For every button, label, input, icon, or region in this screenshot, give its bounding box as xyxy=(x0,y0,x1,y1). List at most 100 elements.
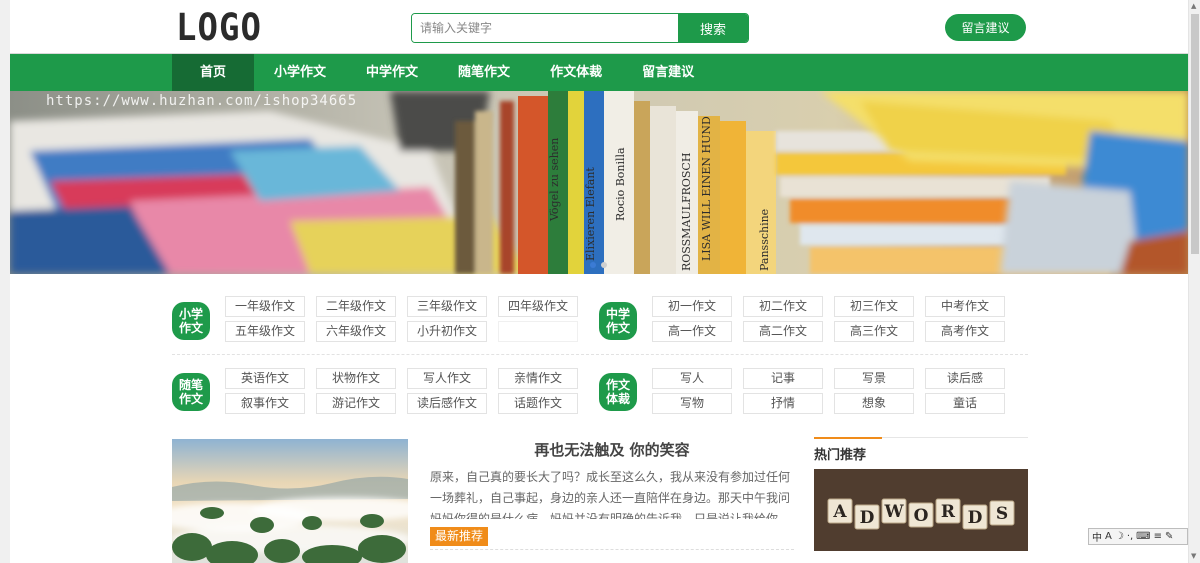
featured-title[interactable]: 再也无法触及 你的笑容 xyxy=(430,439,794,460)
category-tag[interactable]: 三年级作文 xyxy=(407,296,487,317)
hot-recommend-panel: 热门推荐 ADWORDS xyxy=(814,437,1028,551)
category-tag[interactable]: 记事 xyxy=(743,368,823,389)
middle-tags: 初一作文 初二作文 初三作文 中考作文高一作文 高二作文 高三作文 高考作文 xyxy=(652,296,1005,342)
category-tag[interactable]: 写景 xyxy=(834,368,914,389)
category-badge-genre[interactable]: 作文体裁 xyxy=(599,373,637,411)
category-tag[interactable]: 英语作文 xyxy=(225,368,305,389)
category-tag[interactable]: 四年级作文 xyxy=(498,296,578,317)
letter-tile-text: O xyxy=(914,506,929,526)
category-row-2: 随笔作文 英语作文 状物作文 写人作文 亲情作文叙事作文 游记作文 读后感作文 话题作文 作… xyxy=(172,365,1028,415)
category-tag[interactable]: 写物 xyxy=(652,393,732,414)
svg-text:LISA WILL EINEN HUND: LISA WILL EINEN HUND xyxy=(700,116,713,261)
featured-divider xyxy=(430,549,794,550)
ime-keyboard-icon[interactable]: ⌨ xyxy=(1136,531,1150,542)
primary-tags: 一年级作文 二年级作文 三年级作文 四年级作文五年级作文 六年级作文 小升初作文 xyxy=(225,296,578,342)
carousel-dot-2[interactable] xyxy=(601,262,607,268)
landscape-image xyxy=(172,439,408,563)
logo-letter: O xyxy=(197,5,218,50)
search-input[interactable] xyxy=(412,14,678,42)
carousel-dots xyxy=(590,262,607,268)
logo-letter: L xyxy=(176,5,197,50)
content-section: 再也无法触及 你的笑容 原来，自己真的要长大了吗？成长至这么久，我从来没有参加过… xyxy=(172,437,1028,563)
nav-item[interactable]: 随笔作文 xyxy=(438,54,530,91)
category-badge-essay[interactable]: 随笔作文 xyxy=(172,373,210,411)
ime-settings-icon[interactable]: ✎ xyxy=(1165,531,1173,542)
svg-text:Rocio Bonilla: Rocio Bonilla xyxy=(614,147,627,221)
banner-carousel[interactable]: Vögel zu sehen Elixieren Elefant Rocio B… xyxy=(10,91,1188,274)
latest-recommend-badge[interactable]: 最新推荐 xyxy=(430,527,488,546)
letter-tile: O xyxy=(908,502,934,528)
letter-tile: S xyxy=(989,500,1015,526)
category-tag[interactable]: 高二作文 xyxy=(743,321,823,342)
page: LOGO 搜索 留言建议 首页小学作文中学作文随笔作文作文体裁留言建议 xyxy=(10,0,1188,563)
ime-font-icon[interactable]: A xyxy=(1105,531,1112,542)
category-tag[interactable]: 小升初作文 xyxy=(407,321,487,342)
category-tag-empty xyxy=(498,321,578,342)
letter-tile-text: S xyxy=(996,504,1008,524)
category-tag[interactable]: 一年级作文 xyxy=(225,296,305,317)
category-tag[interactable]: 读后感 xyxy=(925,368,1005,389)
search-button[interactable]: 搜索 xyxy=(678,14,748,42)
banner-books-image: Vögel zu sehen Elixieren Elefant Rocio B… xyxy=(10,91,1188,274)
svg-text:Elixieren Elefant: Elixieren Elefant xyxy=(584,167,597,261)
site-header: LOGO 搜索 留言建议 xyxy=(10,0,1188,53)
category-tag[interactable]: 状物作文 xyxy=(316,368,396,389)
scroll-down-icon[interactable]: ▼ xyxy=(1191,552,1196,560)
category-tag[interactable]: 高三作文 xyxy=(834,321,914,342)
category-badge-middle[interactable]: 中学作文 xyxy=(599,302,637,340)
category-tag[interactable]: 初三作文 xyxy=(834,296,914,317)
category-tag[interactable]: 初二作文 xyxy=(743,296,823,317)
nav-item[interactable]: 中学作文 xyxy=(346,54,438,91)
category-tag[interactable]: 六年级作文 xyxy=(316,321,396,342)
hot-title-line xyxy=(882,437,1028,438)
hot-recommend-image[interactable]: ADWORDS xyxy=(814,469,1028,551)
category-tag[interactable]: 读后感作文 xyxy=(407,393,487,414)
letter-tile-text: R xyxy=(941,502,956,522)
category-tag[interactable]: 童话 xyxy=(925,393,1005,414)
banner-watermark: https://www.huzhan.com/ishop34665 xyxy=(46,93,358,109)
window-left-edge xyxy=(0,0,10,563)
category-tag[interactable]: 写人作文 xyxy=(407,368,487,389)
category-tag[interactable]: 游记作文 xyxy=(316,393,396,414)
category-divider xyxy=(172,354,1028,355)
category-tag[interactable]: 二年级作文 xyxy=(316,296,396,317)
letter-tile-text: D xyxy=(968,508,983,528)
category-tag[interactable]: 高一作文 xyxy=(652,321,732,342)
category-tag[interactable]: 五年级作文 xyxy=(225,321,305,342)
ime-moon-icon[interactable]: ☽ xyxy=(1115,531,1124,542)
category-tag[interactable]: 高考作文 xyxy=(925,321,1005,342)
scroll-up-icon[interactable]: ▲ xyxy=(1191,2,1196,10)
essay-tags: 英语作文 状物作文 写人作文 亲情作文叙事作文 游记作文 读后感作文 话题作文 xyxy=(225,368,578,414)
featured-thumbnail[interactable] xyxy=(172,439,408,563)
nav-item[interactable]: 留言建议 xyxy=(622,54,714,91)
ime-mode-icon[interactable]: 中 xyxy=(1092,529,1102,544)
category-tag[interactable]: 初一作文 xyxy=(652,296,732,317)
category-tag[interactable]: 想象 xyxy=(834,393,914,414)
nav-list: 首页 小学作文 中学作文 随笔作文 作文体裁 留言建议 xyxy=(172,54,714,91)
nav-item[interactable]: 作文体裁 xyxy=(530,54,622,91)
category-tag[interactable]: 抒情 xyxy=(743,393,823,414)
nav-item[interactable]: 首页 xyxy=(172,54,255,91)
category-row-1: 小学作文 一年级作文 二年级作文 三年级作文 四年级作文五年级作文 六年级作文 小升初作文… xyxy=(172,290,1028,352)
category-tag[interactable]: 中考作文 xyxy=(925,296,1005,317)
nav-item[interactable]: 小学作文 xyxy=(254,54,346,91)
letter-tile: R xyxy=(935,498,961,524)
ime-punct-icon[interactable]: ·, xyxy=(1127,531,1133,542)
category-tag[interactable]: 亲情作文 xyxy=(498,368,578,389)
main-nav: 首页 小学作文 中学作文 随笔作文 作文体裁 留言建议 xyxy=(10,53,1188,91)
letter-tile-text: W xyxy=(883,502,904,522)
category-badge-primary[interactable]: 小学作文 xyxy=(172,302,210,340)
adwords-tiles-image: ADWORDS xyxy=(814,469,1028,551)
category-tag[interactable]: 话题作文 xyxy=(498,393,578,414)
carousel-dot-1[interactable] xyxy=(590,262,596,268)
category-tag[interactable]: 写人 xyxy=(652,368,732,389)
ime-menu-icon[interactable]: ≡ xyxy=(1154,531,1162,542)
vertical-scrollbar[interactable]: ▲ ▼ xyxy=(1188,0,1200,563)
letter-tile: W xyxy=(881,498,907,524)
scrollbar-thumb[interactable] xyxy=(1191,14,1199,254)
message-button[interactable]: 留言建议 xyxy=(945,14,1026,41)
featured-excerpt: 原来，自己真的要长大了吗？成长至这么久，我从来没有参加过任何一场葬礼，自己事起，… xyxy=(430,470,791,519)
letter-tile: A xyxy=(827,498,853,524)
category-tag[interactable]: 叙事作文 xyxy=(225,393,305,414)
site-logo[interactable]: LOGO xyxy=(176,5,261,50)
